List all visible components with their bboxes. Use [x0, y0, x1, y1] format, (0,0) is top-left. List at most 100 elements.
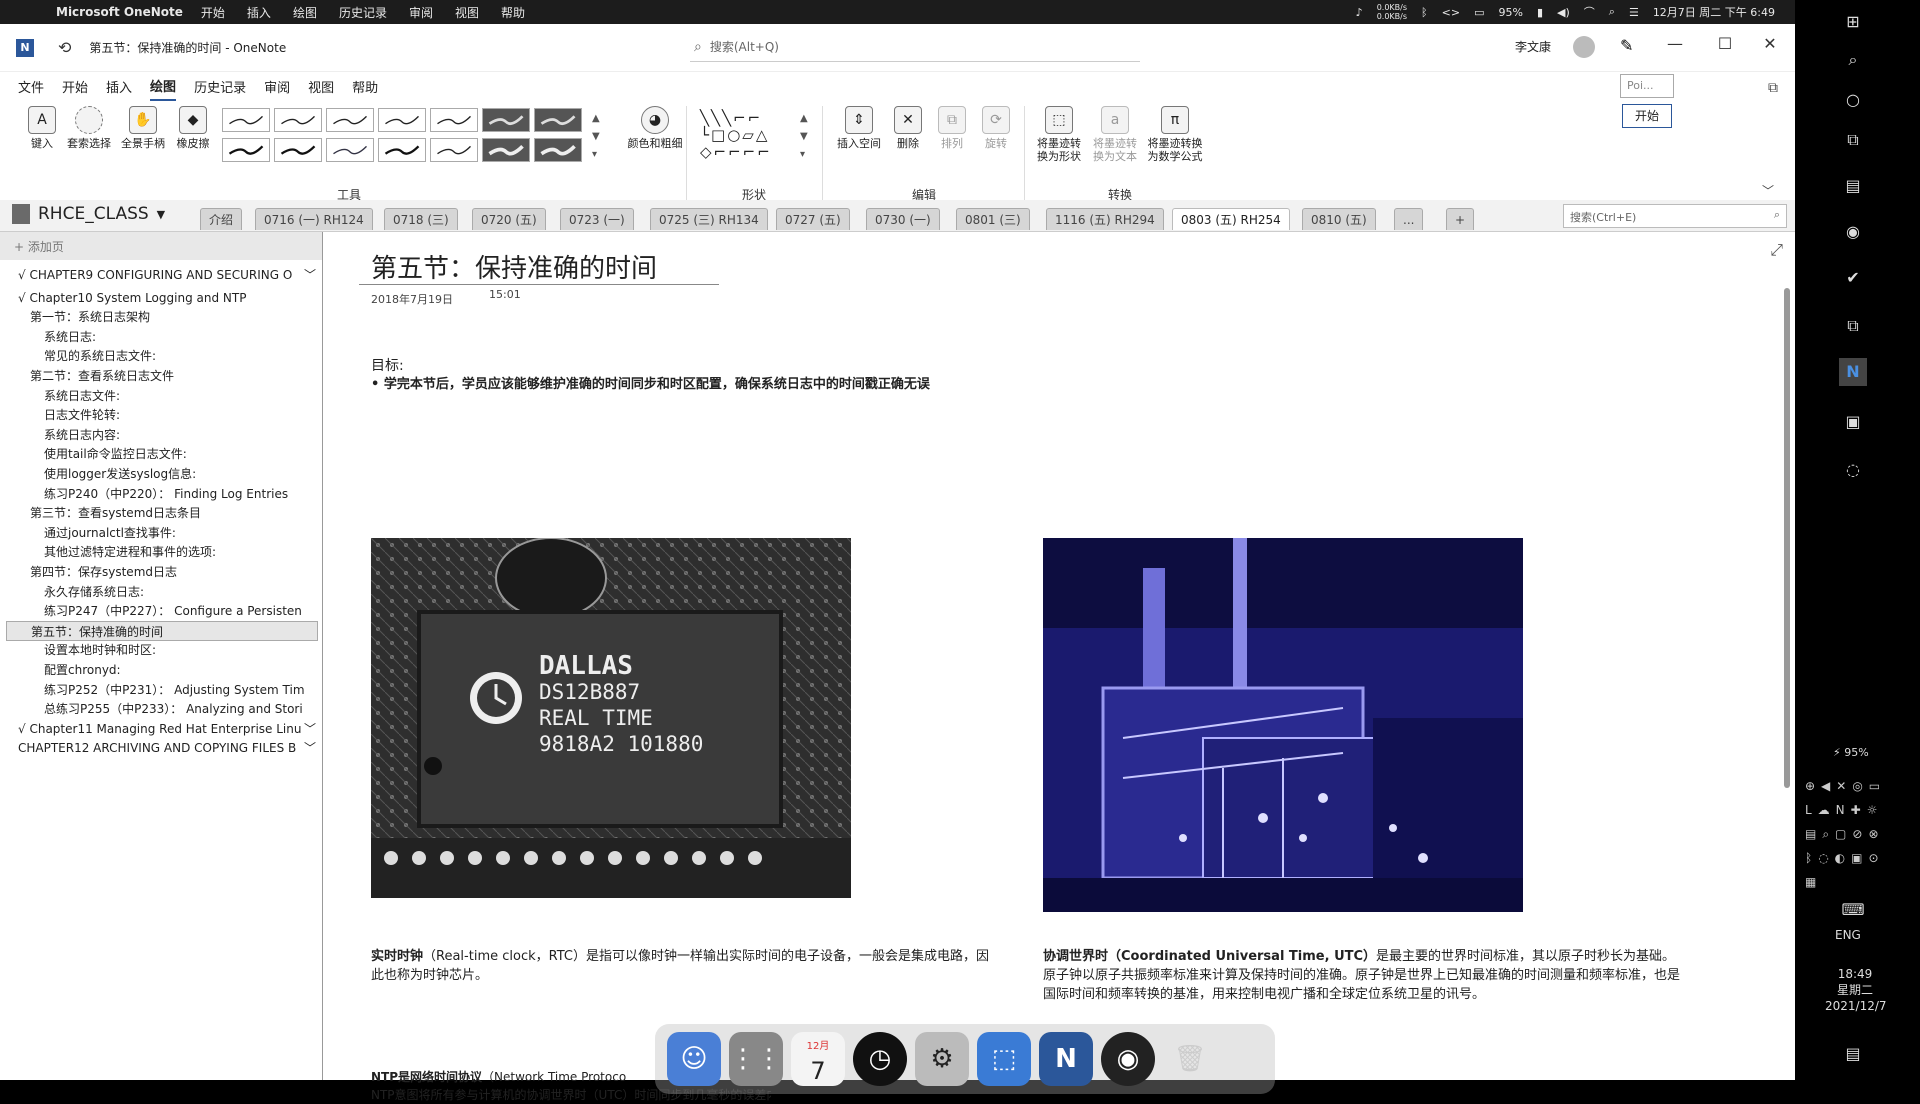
- highlighter-swatch[interactable]: [482, 108, 530, 132]
- mac-menu-history[interactable]: 历史记录: [339, 4, 387, 21]
- mac-menu-view[interactable]: 视图: [455, 4, 479, 21]
- search-box[interactable]: ⌕ 搜索(Alt+Q): [690, 32, 1140, 62]
- section-tab[interactable]: 0725 (三) RH134: [650, 208, 768, 230]
- mac-menu-insert[interactable]: 插入: [247, 4, 271, 21]
- search-icon[interactable]: ⌕: [1839, 46, 1867, 74]
- pen-swatch[interactable]: [378, 138, 426, 162]
- page-item[interactable]: 总练习P255（中P233）： Analyzing and Stori: [44, 699, 318, 719]
- page-item[interactable]: 练习P247（中P227）： Configure a Persisten: [44, 601, 318, 621]
- ink-to-math-button[interactable]: π 将墨迹转换为数学公式: [1144, 106, 1206, 163]
- mac-menu-home[interactable]: 开始: [201, 4, 225, 21]
- vertical-scrollbar[interactable]: [1783, 268, 1791, 1068]
- delete-button[interactable]: ✕ 删除: [890, 106, 926, 150]
- finder-icon[interactable]: ☺: [667, 1032, 721, 1086]
- minimize-button[interactable]: —: [1660, 34, 1690, 53]
- pen-icon[interactable]: ✎: [1620, 36, 1633, 55]
- music-icon[interactable]: ♪: [1356, 6, 1363, 19]
- window-mode-icon[interactable]: ⧉: [1768, 80, 1778, 96]
- tab-insert[interactable]: 插入: [106, 73, 132, 100]
- pen-swatch[interactable]: [326, 138, 374, 162]
- close-button[interactable]: ✕: [1755, 34, 1785, 53]
- page-canvas[interactable]: ⤢ 第五节：保持准确的时间 2018年7月19日 15:01 目标: • 学完本…: [323, 232, 1795, 1102]
- launchpad-icon[interactable]: ⋮⋮: [729, 1032, 783, 1086]
- page-item[interactable]: CHAPTER12 ARCHIVING AND COPYING FILES B ﹀: [18, 738, 318, 758]
- app-icon[interactable]: ▤: [1839, 172, 1867, 200]
- volume-icon[interactable]: ◀): [1557, 6, 1570, 19]
- keyboard-icon[interactable]: ⌨: [1839, 896, 1867, 924]
- pen-swatch[interactable]: [222, 138, 270, 162]
- utc-paragraph[interactable]: 协调世界时（Coordinated Universal Time, UTC）是最…: [1043, 947, 1683, 1004]
- goal-text[interactable]: • 学完本节后，学员应该能够维护准确的时间同步和时区配置，确保系统日志中的时间戳…: [371, 373, 930, 392]
- page-item[interactable]: 练习P240（中P220）： Finding Log Entries: [44, 484, 318, 504]
- goal-label[interactable]: 目标:: [371, 355, 404, 375]
- user-name[interactable]: 李文康: [1515, 38, 1551, 55]
- page-item[interactable]: 第四节：保存systemd日志: [30, 562, 318, 582]
- calendar-icon[interactable]: 12月 7: [791, 1032, 845, 1086]
- bluetooth-icon[interactable]: ᛒ: [1421, 6, 1428, 19]
- todo-icon[interactable]: ✔: [1839, 264, 1867, 292]
- tab-view[interactable]: 视图: [308, 73, 334, 100]
- page-item[interactable]: √ Chapter11 Managing Red Hat Enterprise …: [18, 719, 318, 739]
- battery-icon[interactable]: ▮: [1537, 6, 1543, 19]
- tab-file[interactable]: 文件: [18, 73, 44, 100]
- page-item[interactable]: 练习P252（中P231）： Adjusting System Tim: [44, 680, 318, 700]
- pen-swatch[interactable]: [378, 108, 426, 132]
- page-item[interactable]: 第一节：系统日志架构: [30, 307, 318, 327]
- add-section-button[interactable]: +: [1446, 208, 1475, 230]
- section-tab[interactable]: 0801 (三): [956, 208, 1030, 230]
- section-tab[interactable]: 介绍: [200, 208, 243, 230]
- expand-icon[interactable]: ⤢: [1770, 240, 1783, 260]
- shapes-gallery[interactable]: ╲╲╲⌐⌐ └□○▱△ ◇⌐⌐⌐⌐: [700, 110, 810, 180]
- code-icon[interactable]: <>: [1442, 6, 1460, 19]
- obs-icon[interactable]: ◉: [1101, 1032, 1155, 1086]
- notebook-search-input[interactable]: 搜索(Ctrl+E) ⌕: [1563, 204, 1787, 228]
- page-item[interactable]: 设置本地时钟和时区:: [44, 640, 318, 660]
- onenote-dock-icon[interactable]: N: [1039, 1032, 1093, 1086]
- app-name[interactable]: Microsoft OneNote: [56, 5, 183, 19]
- back-arrow-icon[interactable]: ⟲: [58, 38, 71, 57]
- battery-indicator[interactable]: ⚡ 95%: [1833, 746, 1869, 759]
- cortana-icon[interactable]: ○: [1839, 86, 1867, 114]
- page-item-selected[interactable]: 第五节：保持准确的时间: [6, 620, 318, 641]
- rtc-chip-image[interactable]: DALLAS DS12B887 REAL TIME 9818A2 101880: [371, 538, 851, 898]
- section-tab[interactable]: 0718 (三): [384, 208, 458, 230]
- teamviewer-icon[interactable]: ⬚: [977, 1032, 1031, 1086]
- wifi-icon[interactable]: ⌒: [1584, 4, 1595, 20]
- notebook-picker[interactable]: RHCE_CLASS ▼: [12, 204, 165, 224]
- ink-to-text-button[interactable]: a 将墨迹转换为文本: [1088, 106, 1142, 163]
- highlighter-swatch[interactable]: [534, 108, 582, 132]
- tab-history[interactable]: 历史记录: [194, 73, 246, 100]
- taskbar-clock[interactable]: 18:49 星期二 2021/12/7: [1825, 966, 1887, 1014]
- section-tab[interactable]: 0730 (一): [866, 208, 940, 230]
- page-item[interactable]: 通过journalctl查找事件:: [44, 523, 318, 543]
- tab-home[interactable]: 开始: [62, 73, 88, 100]
- collapse-ribbon-chevron-icon[interactable]: ﹀: [1762, 182, 1774, 199]
- section-tab[interactable]: 1116 (五) RH294: [1046, 208, 1164, 230]
- type-button[interactable]: A 键入: [22, 106, 62, 150]
- page-item[interactable]: 使用logger发送syslog信息:: [44, 464, 318, 484]
- pen-swatch[interactable]: [274, 108, 322, 132]
- color-thickness-button[interactable]: ◕ 颜色和粗细: [622, 106, 688, 150]
- rtc-paragraph[interactable]: 实时时钟（Real-time clock，RTC）是指可以像时钟一样输出实际时间…: [371, 947, 991, 985]
- add-page-button[interactable]: + 添加页: [0, 232, 322, 260]
- lasso-select-button[interactable]: 套索选择: [64, 106, 114, 150]
- section-tab[interactable]: 0723 (一): [560, 208, 634, 230]
- section-tab-active[interactable]: 0803 (五) RH254: [1172, 208, 1290, 230]
- pen-swatch[interactable]: [326, 108, 374, 132]
- page-item[interactable]: 日志文件轮转:: [44, 405, 318, 425]
- pen-swatch[interactable]: [430, 108, 478, 132]
- pen-gallery-scroll[interactable]: ▲ ▼ ▾: [592, 110, 600, 164]
- mac-menu-draw[interactable]: 绘图: [293, 4, 317, 21]
- ink-to-shape-button[interactable]: ⬚ 将墨迹转换为形状: [1032, 106, 1086, 163]
- tab-review[interactable]: 审阅: [264, 73, 290, 100]
- page-item[interactable]: 系统日志文件:: [44, 386, 318, 406]
- page-item[interactable]: 配置chronyd:: [44, 660, 318, 680]
- browser-icon[interactable]: ◉: [1839, 218, 1867, 246]
- pen-swatch[interactable]: [430, 138, 478, 162]
- notification-icon[interactable]: ▤: [1839, 1040, 1867, 1068]
- page-item[interactable]: 常见的系统日志文件:: [44, 346, 318, 366]
- system-prefs-icon[interactable]: ⚙: [915, 1032, 969, 1086]
- page-title[interactable]: 第五节：保持准确的时间: [371, 248, 657, 285]
- pan-hand-button[interactable]: ✋ 全景手柄: [118, 106, 168, 150]
- trash-icon[interactable]: 🗑: [1163, 1032, 1217, 1086]
